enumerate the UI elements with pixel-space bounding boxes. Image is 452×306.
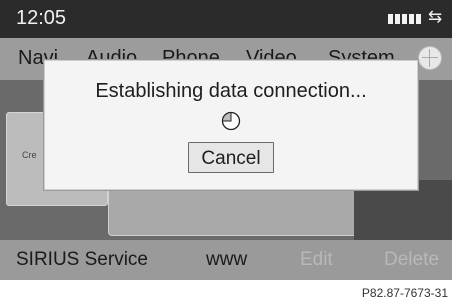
footer: P82.87-7673-31 bbox=[0, 280, 452, 306]
www-button[interactable]: www bbox=[206, 248, 247, 272]
edit-button: Edit bbox=[300, 249, 333, 270]
sync-arrows-icon: ⇆ bbox=[428, 7, 443, 26]
sirius-service-button[interactable]: SIRIUS Service bbox=[16, 248, 148, 272]
bottom-softkey-bar: SIRIUS Service www Edit Delete bbox=[0, 240, 452, 280]
dialog-message: Establishing data connection... bbox=[95, 80, 367, 102]
display-screen: 12:05 ⇆ Navi Audio Phone Video System Cr… bbox=[0, 0, 452, 306]
delete-button: Delete bbox=[384, 249, 439, 270]
background-panel-text: Cre bbox=[22, 150, 37, 160]
clock: 12:05 bbox=[16, 7, 67, 29]
status-bar: 12:05 ⇆ bbox=[0, 0, 452, 38]
globe-icon[interactable] bbox=[418, 46, 442, 70]
loading-spinner-icon bbox=[221, 111, 241, 131]
connection-dialog: Establishing data connection... Cancel bbox=[44, 60, 418, 190]
figure-reference: P82.87-7673-31 bbox=[361, 286, 448, 300]
signal-strength-icon bbox=[388, 14, 421, 24]
cancel-button[interactable]: Cancel bbox=[188, 142, 274, 173]
